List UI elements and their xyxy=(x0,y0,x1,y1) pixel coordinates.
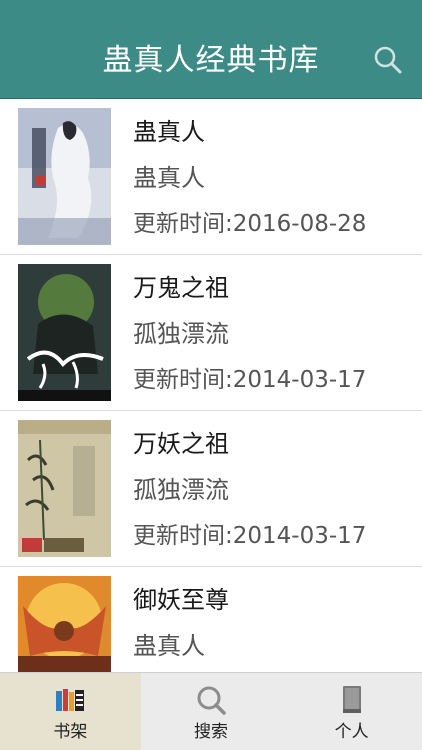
book-row[interactable]: 万妖之祖 孤独漂流 更新时间:2014-03-17 xyxy=(0,411,422,567)
book-title: 万鬼之祖 xyxy=(133,274,229,302)
book-updated: 更新时间:2016-08-28 xyxy=(133,211,367,237)
book-icon xyxy=(335,683,369,717)
book-title: 蛊真人 xyxy=(133,118,205,146)
book-cover xyxy=(18,420,111,557)
tab-label: 个人 xyxy=(334,722,369,742)
book-title: 万妖之祖 xyxy=(133,430,229,458)
book-row[interactable]: 御妖至尊 蛊真人 xyxy=(0,567,422,672)
header-bar: 蛊真人经典书库 xyxy=(0,0,422,99)
book-row[interactable]: 万鬼之祖 孤独漂流 更新时间:2014-03-17 xyxy=(0,255,422,411)
bookshelf-icon xyxy=(53,683,87,717)
book-row[interactable]: 蛊真人 蛊真人 更新时间:2016-08-28 xyxy=(0,99,422,255)
search-icon xyxy=(194,683,228,717)
book-updated: 更新时间:2014-03-17 xyxy=(133,523,367,549)
book-author: 蛊真人 xyxy=(133,632,205,660)
book-title: 御妖至尊 xyxy=(133,586,229,614)
book-author: 蛊真人 xyxy=(133,164,205,192)
tab-bar: 书架 搜索 个人 xyxy=(0,672,422,750)
tab-search[interactable]: 搜索 xyxy=(141,673,282,750)
tab-label: 书架 xyxy=(53,722,88,742)
page-title: 蛊真人经典书库 xyxy=(102,43,320,78)
book-author: 孤独漂流 xyxy=(133,320,229,348)
search-icon[interactable] xyxy=(372,44,404,76)
book-cover xyxy=(18,264,111,401)
app-screen: 蛊真人经典书库 蛊真人 蛊真人 更新时间:2016-08-28 万鬼之祖 孤独漂… xyxy=(0,0,422,750)
book-updated: 更新时间:2014-03-17 xyxy=(133,367,367,393)
tab-label: 搜索 xyxy=(193,722,228,742)
book-list: 蛊真人 蛊真人 更新时间:2016-08-28 万鬼之祖 孤独漂流 更新时间:2… xyxy=(0,99,422,672)
book-author: 孤独漂流 xyxy=(133,476,229,504)
tab-profile[interactable]: 个人 xyxy=(281,673,422,750)
book-cover xyxy=(18,576,111,672)
tab-bookshelf[interactable]: 书架 xyxy=(0,673,141,750)
book-cover xyxy=(18,108,111,245)
